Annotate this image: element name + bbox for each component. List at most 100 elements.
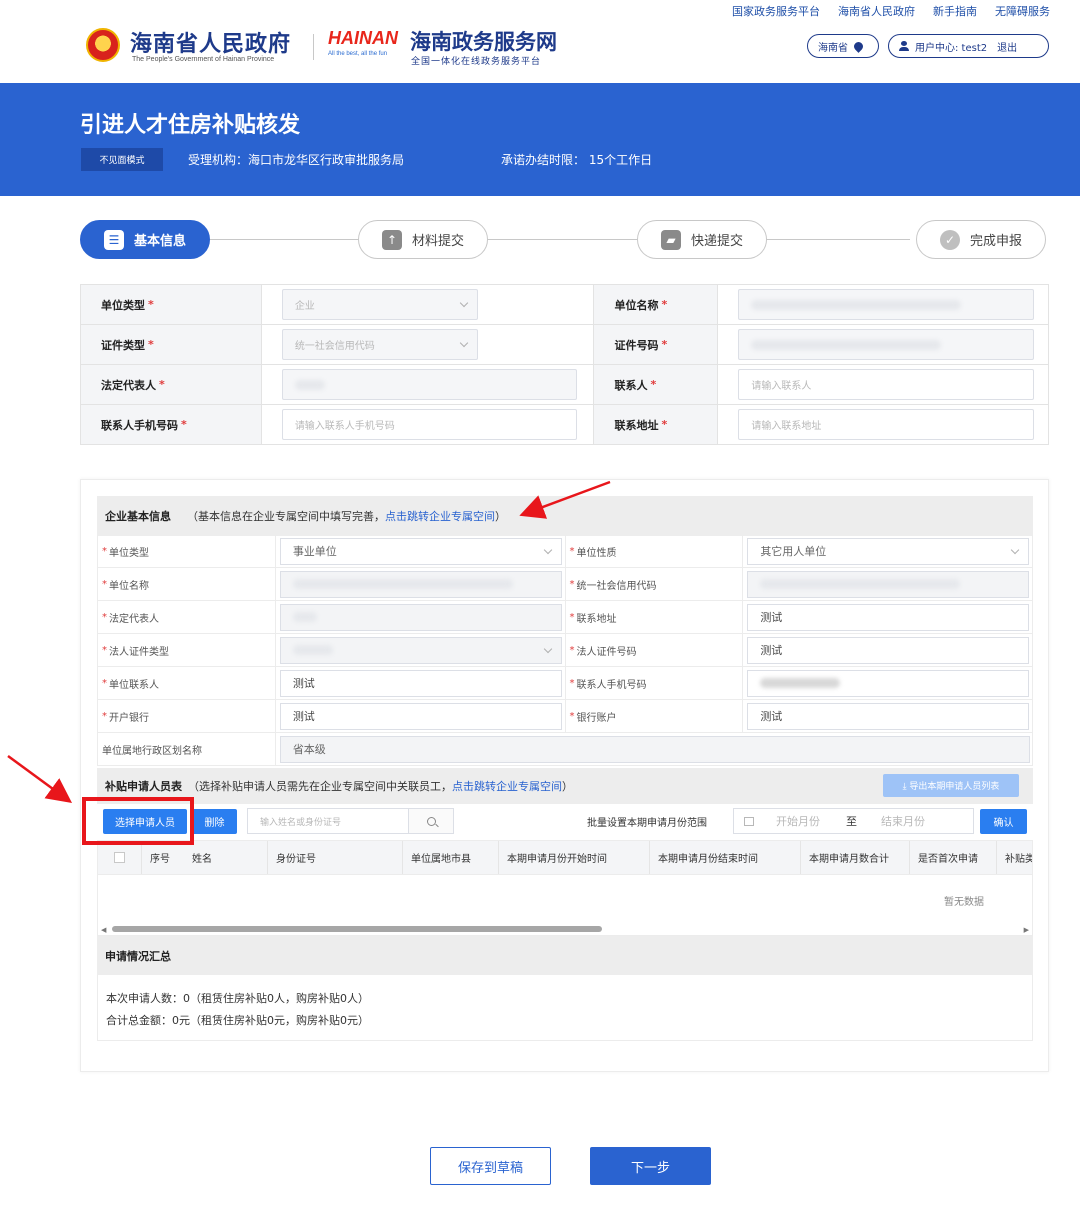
scroll-left-icon[interactable]: ◀	[101, 926, 106, 934]
field-label: * 银行账户	[566, 700, 744, 732]
next-step-button[interactable]: 下一步	[590, 1147, 711, 1185]
col-header: 补贴类	[1005, 854, 1032, 865]
chevron-down-icon	[543, 644, 553, 653]
field-label: * 单位名称	[98, 568, 276, 600]
field-label: * 单位类型	[98, 535, 276, 567]
service-title[interactable]: 海南政务服务网	[410, 26, 557, 56]
page-title: 引进人才住房补贴核发	[80, 113, 301, 138]
user-icon	[899, 41, 909, 51]
legal-rep-field[interactable]	[281, 369, 577, 400]
gov-subtitle: The People's Government of Hainan Provin…	[132, 56, 275, 63]
bank-input[interactable]: 测试	[279, 702, 562, 730]
col-header: 是否首次申请	[910, 841, 997, 874]
link-national-platform[interactable]: 国家政务服务平台	[732, 3, 820, 19]
unit-name-field[interactable]	[279, 570, 562, 598]
start-month[interactable]: 开始月份	[776, 813, 846, 829]
highlight-box	[82, 797, 194, 845]
save-draft-button[interactable]: 保存到草稿	[430, 1147, 551, 1185]
applicants-note-end: ）	[562, 780, 573, 793]
unit-contact-input[interactable]: 测试	[279, 669, 562, 697]
address-input[interactable]: 测试	[747, 603, 1030, 631]
field-label: * 开户银行	[98, 700, 276, 732]
remote-mode-button[interactable]: 不见面模式	[81, 148, 163, 171]
step-complete[interactable]: ✓ 完成申报	[916, 220, 1046, 259]
export-list-button[interactable]: ⤓ 导出本期申请人员列表	[883, 774, 1019, 797]
chevron-down-icon	[1011, 545, 1020, 554]
chevron-down-icon	[543, 545, 553, 554]
document-icon: ☰	[103, 229, 124, 250]
col-header: 本期申请月数合计	[801, 841, 910, 874]
cert-no-field[interactable]	[738, 329, 1035, 360]
truck-icon: ▰	[660, 229, 681, 250]
applicants-space-link[interactable]: 点击跳转企业专属空间	[452, 778, 562, 794]
credit-code-field[interactable]	[747, 570, 1030, 598]
unit-name-label: 单位名称 *	[594, 285, 719, 325]
month-range-picker[interactable]: 开始月份 至 结束月份	[733, 808, 974, 834]
hainan-logo: HAINAN All the best, all the fun	[328, 28, 398, 57]
user-center[interactable]: 用户中心: test2 退出	[888, 34, 1049, 58]
chevron-down-icon	[459, 338, 469, 348]
scroll-right-icon[interactable]: ▶	[1024, 926, 1029, 934]
top-links: 国家政务服务平台 海南省人民政府 新手指南 无障碍服务	[732, 3, 1050, 19]
col-header: 单位属地市县	[403, 841, 499, 874]
service-subtitle: 全国一体化在线政务服务平台	[411, 57, 542, 67]
bank-account-input[interactable]: 测试	[747, 702, 1030, 730]
delete-button[interactable]: 删除	[192, 809, 237, 834]
unit-nature-dropdown[interactable]: 其它用人单位	[747, 537, 1030, 565]
contact-addr-input[interactable]: 请输入联系地址	[738, 409, 1035, 440]
check-circle-icon: ✓	[939, 229, 960, 250]
calendar-icon	[744, 816, 754, 826]
range-separator: 至	[846, 815, 857, 828]
contact-phone-label: 联系人手机号码 *	[81, 405, 262, 445]
contact-phone-input[interactable]	[747, 669, 1030, 697]
location-pin-icon	[852, 39, 865, 53]
legal-rep-field[interactable]	[279, 603, 562, 631]
legal-cert-no-input[interactable]: 测试	[747, 636, 1030, 664]
horizontal-scrollbar[interactable]: ◀ ▶	[98, 925, 1032, 934]
region-selector[interactable]: 海南省	[807, 34, 879, 58]
enterprise-note-end: ）	[495, 510, 506, 523]
link-guide[interactable]: 新手指南	[933, 3, 977, 19]
applicants-section-title: 补贴申请人员表	[105, 780, 182, 793]
enterprise-row: 单位属地行政区划名称 省本级	[98, 733, 1033, 766]
basic-info-form: 单位类型 * 企业 单位名称 * 证件类型 * 统一社会信用代码 证件号码 * 法定代表…	[80, 284, 1049, 445]
unit-type-dropdown[interactable]: 事业单位	[279, 537, 562, 565]
user-center-label[interactable]: 用户中心: test2	[915, 39, 987, 54]
national-emblem-icon	[86, 28, 120, 62]
enterprise-note: （基本信息在企业专属空间中填写完善，	[187, 510, 385, 523]
col-header: 本期申请月份开始时间	[499, 841, 650, 874]
cert-type-select[interactable]: 统一社会信用代码	[281, 329, 478, 360]
gov-title[interactable]: 海南省人民政府	[130, 26, 291, 58]
step-basic-info[interactable]: ☰ 基本信息	[80, 220, 210, 259]
search-button[interactable]	[408, 808, 454, 834]
scrollbar-thumb[interactable]	[112, 926, 602, 932]
end-month[interactable]: 结束月份	[881, 813, 925, 829]
unit-name-field[interactable]	[738, 289, 1035, 320]
deadline-info: 承诺办结时限： 15个工作日	[501, 153, 653, 167]
link-accessibility[interactable]: 无障碍服务	[995, 3, 1050, 19]
logout-link[interactable]: 退出	[997, 39, 1017, 54]
agency-info: 受理机构：海口市龙华区行政审批服务局	[188, 153, 405, 167]
enterprise-space-link[interactable]: 点击跳转企业专属空间	[385, 508, 495, 524]
site-header: 海南省人民政府 The People's Government of Haina…	[0, 22, 1080, 82]
field-label: * 统一社会信用代码	[566, 568, 744, 600]
region-label: 单位属地行政区划名称	[98, 733, 276, 765]
select-all-checkbox[interactable]	[114, 852, 125, 863]
step-label: 完成申报	[969, 234, 1022, 249]
header-divider	[313, 34, 314, 60]
region-field[interactable]: 省本级	[279, 735, 1030, 763]
enterprise-row: * 法人证件类型 * 法人证件号码 测试	[98, 634, 1033, 667]
contact-input[interactable]: 请输入联系人	[738, 369, 1035, 400]
link-hainan-gov[interactable]: 海南省人民政府	[838, 3, 915, 19]
contact-phone-input[interactable]: 请输入联系人手机号码	[281, 409, 577, 440]
field-label: * 联系人手机号码	[566, 667, 744, 699]
step-materials[interactable]: ↑ 材料提交	[358, 220, 488, 259]
step-express[interactable]: ▰ 快递提交	[637, 220, 767, 259]
batch-month-label: 批量设置本期申请月份范围	[587, 818, 707, 829]
chevron-down-icon	[459, 298, 469, 308]
unit-type-select[interactable]: 企业	[281, 289, 478, 320]
legal-cert-type-dropdown[interactable]	[279, 636, 562, 664]
enterprise-row: * 单位名称 * 统一社会信用代码	[98, 568, 1033, 601]
steps-connector	[210, 239, 910, 240]
confirm-button[interactable]: 确认	[980, 809, 1027, 834]
